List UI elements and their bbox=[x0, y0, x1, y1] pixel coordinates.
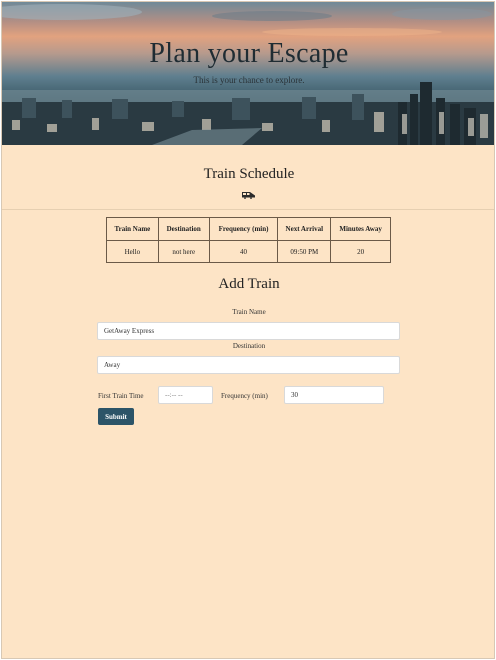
frequency-input[interactable]: 30 bbox=[284, 386, 384, 404]
train-schedule-table: Train Name Destination Frequency (min) N… bbox=[106, 217, 391, 263]
page-subtitle: This is your chance to explore. bbox=[193, 75, 305, 85]
add-train-title: Add Train bbox=[218, 276, 280, 292]
column-header-destination: Destination bbox=[157, 217, 210, 241]
frequency-label: Frequency (min) bbox=[221, 392, 268, 400]
city-skyline-image bbox=[2, 4, 494, 145]
train-name-label: Train Name bbox=[232, 308, 266, 316]
cell-minutes-away: 20 bbox=[330, 240, 391, 263]
section-divider bbox=[2, 209, 494, 210]
page-title: Plan your Escape bbox=[149, 38, 349, 69]
cell-next-arrival: 09:50 PM bbox=[277, 240, 332, 263]
hero-banner: Plan your Escape This is your chance to … bbox=[2, 2, 494, 145]
column-header-frequency: Frequency (min) bbox=[208, 217, 279, 241]
submit-button[interactable]: Submit bbox=[98, 408, 134, 425]
first-train-time-label: First Train Time bbox=[98, 392, 144, 400]
cell-train-name: Hello bbox=[106, 240, 159, 263]
column-header-minutes-away: Minutes Away bbox=[330, 217, 391, 241]
train-icon bbox=[242, 192, 255, 199]
cell-destination: not here bbox=[157, 240, 210, 263]
destination-input[interactable]: Away bbox=[97, 356, 400, 374]
cell-frequency: 40 bbox=[208, 240, 279, 263]
table-row: Hello not here 40 09:50 PM 20 bbox=[106, 240, 391, 263]
destination-label: Destination bbox=[232, 342, 266, 350]
train-name-input[interactable]: GetAway Express bbox=[97, 322, 400, 340]
column-header-next-arrival: Next Arrival bbox=[277, 217, 332, 241]
schedule-title: Train Schedule bbox=[203, 166, 295, 182]
page: Plan your Escape This is your chance to … bbox=[1, 1, 495, 659]
table-header-row: Train Name Destination Frequency (min) N… bbox=[106, 217, 391, 241]
column-header-train-name: Train Name bbox=[106, 217, 159, 241]
first-train-time-input[interactable]: --:-- -- bbox=[158, 386, 213, 404]
